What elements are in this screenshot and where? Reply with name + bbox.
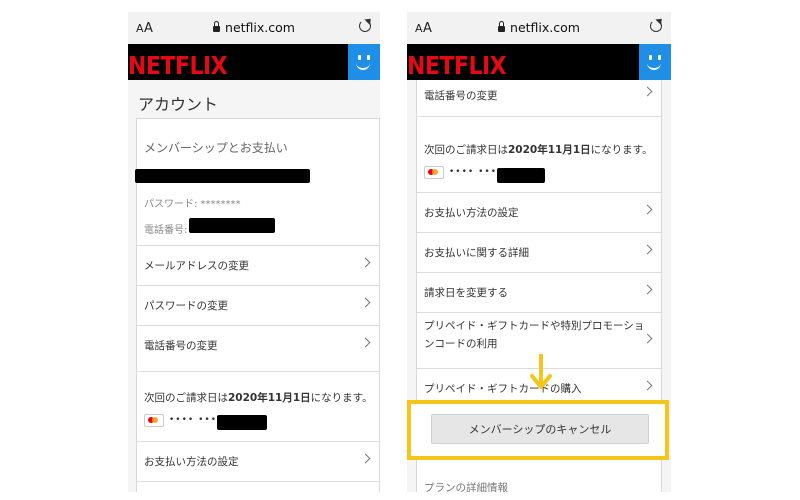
row-label: プリペイド・ギフトカードや特別プロモーショ ンコードの利用: [424, 320, 645, 350]
password-label: パスワード: ********: [144, 199, 241, 210]
chevron-right-icon: [642, 204, 653, 215]
chevron-right-icon: [360, 453, 371, 464]
lock-icon: [498, 21, 506, 32]
netflix-logo[interactable]: NETFLIX: [407, 52, 507, 81]
netflix-header: NETFLIX: [128, 44, 380, 81]
arrow-down-icon: [530, 354, 552, 389]
row-label: 請求日を変更する: [424, 287, 508, 299]
next-billing-text: 次回のご請求日は2020年11月1日になります。: [424, 144, 653, 156]
page-title: アカウント: [138, 95, 219, 114]
phone-redacted: [189, 218, 275, 233]
phone-label: 電話番号:: [144, 225, 188, 236]
section-title: メンバーシップとお支払い: [144, 141, 288, 155]
next-row[interactable]: [137, 481, 379, 492]
membership-card: メンバーシップとお支払い パスワード: ******** 電話番号: メールアド…: [135, 118, 380, 492]
row-label: お支払い方法の設定: [144, 456, 239, 468]
row-label: パスワードの変更: [144, 300, 228, 312]
change-phone-row[interactable]: 電話番号の変更: [137, 325, 379, 372]
chevron-right-icon: [642, 86, 653, 97]
lock-icon: [213, 21, 221, 32]
row-label: 電話番号の変更: [144, 340, 218, 352]
chevron-right-icon: [360, 257, 371, 268]
change-email-row[interactable]: メールアドレスの変更: [137, 245, 379, 285]
card-digits-redacted: [217, 415, 267, 430]
chevron-right-icon: [642, 380, 653, 391]
email-redacted: [135, 169, 310, 183]
row-label: プリペイド・ギフトカードの購入: [424, 383, 582, 395]
payment-details-row[interactable]: お支払いに関する詳細: [417, 232, 661, 272]
address-bar[interactable]: AA netflix.com: [128, 12, 380, 44]
reload-icon[interactable]: [650, 20, 662, 32]
chevron-right-icon: [360, 337, 371, 348]
next-billing-text: 次回のご請求日は2020年11月1日になります。: [144, 392, 373, 404]
cancel-membership-button[interactable]: メンバーシップのキャンセル: [431, 414, 649, 444]
profile-avatar[interactable]: [639, 44, 671, 80]
row-label: お支払いに関する詳細: [424, 247, 529, 259]
chevron-right-icon: [360, 297, 371, 308]
profile-avatar[interactable]: [348, 44, 380, 80]
row-label: お支払い方法の設定: [424, 207, 519, 219]
chevron-right-icon: [642, 284, 653, 295]
row-label: 電話番号の変更: [424, 90, 498, 102]
url-display[interactable]: netflix.com: [128, 20, 380, 35]
url-display[interactable]: netflix.com: [407, 20, 671, 35]
mastercard-icon: [424, 166, 444, 179]
change-billing-date-row[interactable]: 請求日を変更する: [417, 272, 661, 312]
payment-method-row[interactable]: お支払い方法の設定: [417, 192, 661, 232]
right-phone-screen: AA netflix.com NETFLIX 電話番号の変更 次回のご請求日は2…: [407, 12, 671, 492]
netflix-header: NETFLIX: [407, 44, 671, 81]
reload-icon[interactable]: [359, 20, 371, 32]
plan-details-heading: プランの詳細情報: [424, 482, 508, 492]
chevron-right-icon: [642, 244, 653, 255]
address-bar[interactable]: AA netflix.com: [407, 12, 671, 44]
payment-method-row[interactable]: お支払い方法の設定: [137, 441, 379, 481]
row-label: メールアドレスの変更: [144, 260, 249, 272]
change-phone-row[interactable]: 電話番号の変更: [417, 80, 661, 117]
cancel-highlight-box: メンバーシップのキャンセル: [407, 400, 669, 460]
mastercard-icon: [144, 414, 164, 427]
netflix-logo[interactable]: NETFLIX: [128, 52, 228, 81]
card-digits-redacted: [497, 168, 545, 183]
left-phone-screen: AA netflix.com NETFLIX アカウント メンバーシップとお支払…: [128, 12, 380, 492]
change-password-row[interactable]: パスワードの変更: [137, 285, 379, 325]
